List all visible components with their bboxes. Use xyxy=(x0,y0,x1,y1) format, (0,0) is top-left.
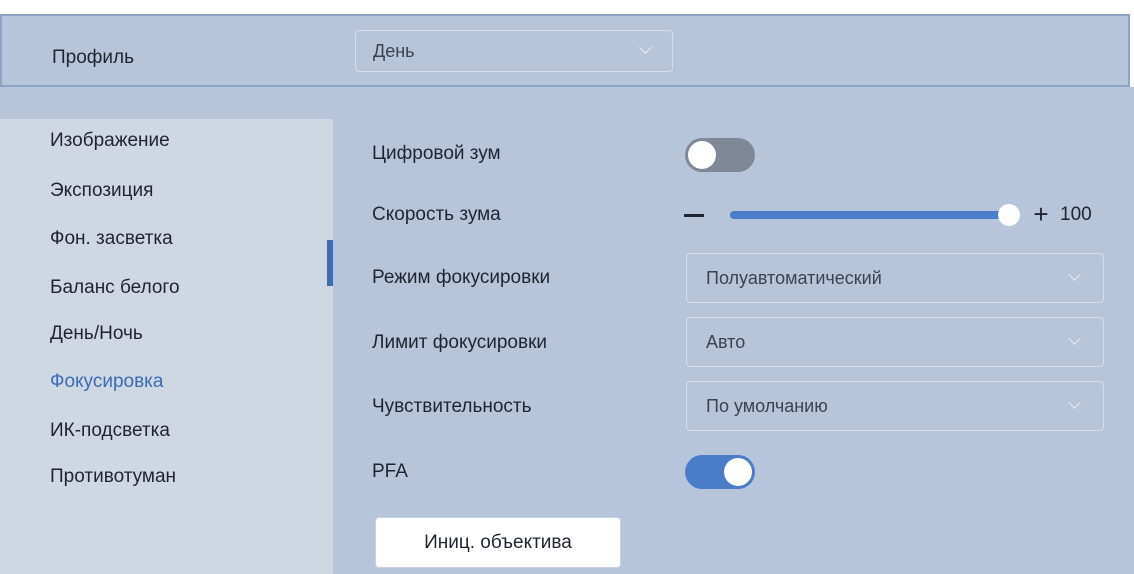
toggle-knob xyxy=(688,141,716,169)
sensitivity-label: Чувствительность xyxy=(372,396,532,417)
zoom-speed-slider[interactable] xyxy=(730,211,1010,219)
sidebar-item-white-balance[interactable]: Баланс белого xyxy=(50,277,180,299)
zoom-speed-value: 100 xyxy=(1060,204,1092,225)
profile-bar: Профиль День xyxy=(0,14,1130,87)
sidebar-item-day-night[interactable]: День/Ночь xyxy=(50,323,143,345)
focus-mode-select[interactable]: Полуавтоматический xyxy=(686,253,1104,303)
chevron-down-icon xyxy=(1068,332,1081,345)
profile-select[interactable]: День xyxy=(355,30,673,72)
digital-zoom-toggle[interactable] xyxy=(685,138,755,172)
sidebar-item-backlight[interactable]: Фон. засветка xyxy=(50,228,173,250)
sidebar-item-defog[interactable]: Противотуман xyxy=(50,466,176,488)
profile-select-value: День xyxy=(373,41,415,61)
zoom-speed-label: Скорость зума xyxy=(372,204,501,225)
lens-init-button[interactable]: Иниц. объектива xyxy=(375,517,621,568)
chevron-down-icon xyxy=(1068,396,1081,409)
focus-mode-value: Полуавтоматический xyxy=(706,268,882,288)
slider-thumb[interactable] xyxy=(998,204,1020,226)
focus-limit-select[interactable]: Авто xyxy=(686,317,1104,367)
pfa-label: PFA xyxy=(372,461,408,482)
sidebar-item-ir-light[interactable]: ИК-подсветка xyxy=(50,420,170,442)
chevron-down-icon xyxy=(639,41,652,54)
minus-icon[interactable] xyxy=(684,214,704,217)
focus-limit-label: Лимит фокусировки xyxy=(372,332,548,353)
digital-zoom-label: Цифровой зум xyxy=(372,143,501,164)
chevron-down-icon xyxy=(1068,268,1081,281)
toggle-knob xyxy=(724,458,752,486)
pfa-toggle[interactable] xyxy=(685,455,755,489)
sidebar-item-focus[interactable]: Фокусировка xyxy=(50,371,163,393)
plus-icon[interactable]: + xyxy=(1030,200,1052,228)
sensitivity-value: По умолчанию xyxy=(706,396,828,416)
sidebar-item-image[interactable]: Изображение xyxy=(50,130,170,152)
sidebar-item-exposure[interactable]: Экспозиция xyxy=(50,180,153,202)
profile-label: Профиль xyxy=(52,47,135,68)
focus-limit-value: Авто xyxy=(706,332,746,352)
focus-mode-label: Режим фокусировки xyxy=(372,267,551,288)
header-gap xyxy=(0,87,1134,119)
sensitivity-select[interactable]: По умолчанию xyxy=(686,381,1104,431)
